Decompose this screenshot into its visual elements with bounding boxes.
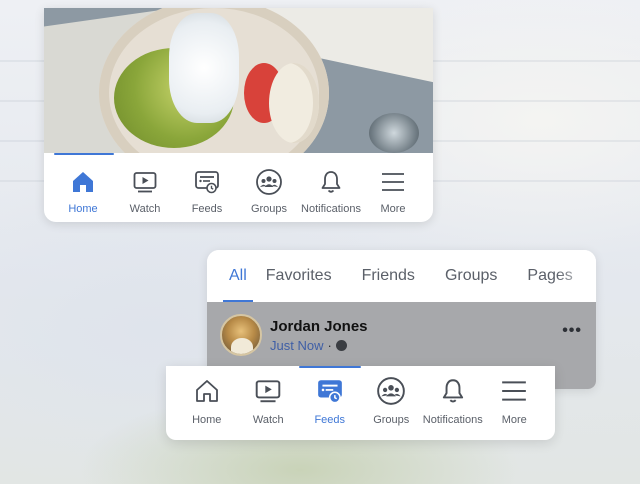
nav-item-watch[interactable]: Watch bbox=[238, 366, 300, 440]
nav-label: Notifications bbox=[301, 203, 361, 215]
nav-label: Watch bbox=[129, 203, 161, 215]
nav-label: Home bbox=[192, 414, 222, 426]
nav-label: Feeds bbox=[314, 414, 346, 426]
nav-label: More bbox=[501, 414, 527, 426]
active-indicator bbox=[299, 366, 361, 368]
feeds-icon bbox=[192, 167, 222, 197]
groups-icon bbox=[376, 376, 406, 406]
post-meta: Just Now · bbox=[270, 338, 347, 353]
meta-separator: · bbox=[327, 338, 332, 353]
nav-item-feeds[interactable]: Feeds bbox=[299, 366, 361, 440]
active-indicator bbox=[54, 153, 114, 155]
nav-label: More bbox=[380, 203, 406, 215]
nav-label: Home bbox=[68, 203, 98, 215]
nav-label: Feeds bbox=[191, 203, 223, 215]
menu-icon bbox=[499, 376, 529, 406]
nav-item-notifications[interactable]: Notifications bbox=[300, 153, 362, 222]
nav-item-groups[interactable]: Groups bbox=[361, 366, 423, 440]
nav-item-groups[interactable]: Groups bbox=[238, 153, 300, 222]
post-time[interactable]: Just Now bbox=[270, 338, 323, 353]
nav-item-home[interactable]: Home bbox=[176, 366, 238, 440]
nav-label: Groups bbox=[373, 414, 410, 426]
post-author[interactable]: Jordan Jones bbox=[270, 318, 368, 335]
avatar[interactable] bbox=[220, 314, 262, 356]
tabs-fade bbox=[556, 250, 596, 302]
home-icon bbox=[68, 167, 98, 197]
watch-icon bbox=[253, 376, 283, 406]
bell-icon bbox=[438, 376, 468, 406]
tab-favorites[interactable]: Favorites bbox=[266, 250, 332, 302]
tab-groups[interactable]: Groups bbox=[445, 250, 497, 302]
bottom-navigation: Home Watch Feeds Groups Notifications Mo… bbox=[176, 366, 545, 440]
food-photo bbox=[44, 8, 433, 153]
groups-icon bbox=[254, 167, 284, 197]
watch-icon bbox=[130, 167, 160, 197]
nav-item-feeds[interactable]: Feeds bbox=[176, 153, 238, 222]
nav-label: Groups bbox=[250, 203, 288, 215]
nav-item-more[interactable]: More bbox=[484, 366, 546, 440]
bottom-nav-card: Home Watch Feeds Groups Notifications Mo… bbox=[166, 366, 555, 440]
nav-item-home[interactable]: Home bbox=[52, 153, 114, 222]
nav-label: Notifications bbox=[422, 414, 483, 426]
tab-all[interactable]: All bbox=[223, 250, 253, 302]
top-bottom-navigation: Home Watch Feeds Groups Notifications Mo… bbox=[52, 153, 425, 222]
nav-label: Watch bbox=[252, 414, 284, 426]
nav-item-watch[interactable]: Watch bbox=[114, 153, 176, 222]
nav-item-notifications[interactable]: Notifications bbox=[422, 366, 484, 440]
bell-icon bbox=[316, 167, 346, 197]
feed-tabs: All Favorites Friends Groups Pages bbox=[207, 250, 596, 302]
top-phone-card: Home Watch Feeds Groups Notifications Mo… bbox=[44, 8, 433, 222]
nav-item-more[interactable]: More bbox=[362, 153, 424, 222]
menu-icon bbox=[378, 167, 408, 197]
feeds-icon bbox=[315, 376, 345, 406]
globe-icon bbox=[335, 340, 347, 351]
tab-friends[interactable]: Friends bbox=[362, 250, 415, 302]
post-options-button[interactable]: ••• bbox=[562, 322, 582, 340]
home-outline-icon bbox=[192, 376, 222, 406]
